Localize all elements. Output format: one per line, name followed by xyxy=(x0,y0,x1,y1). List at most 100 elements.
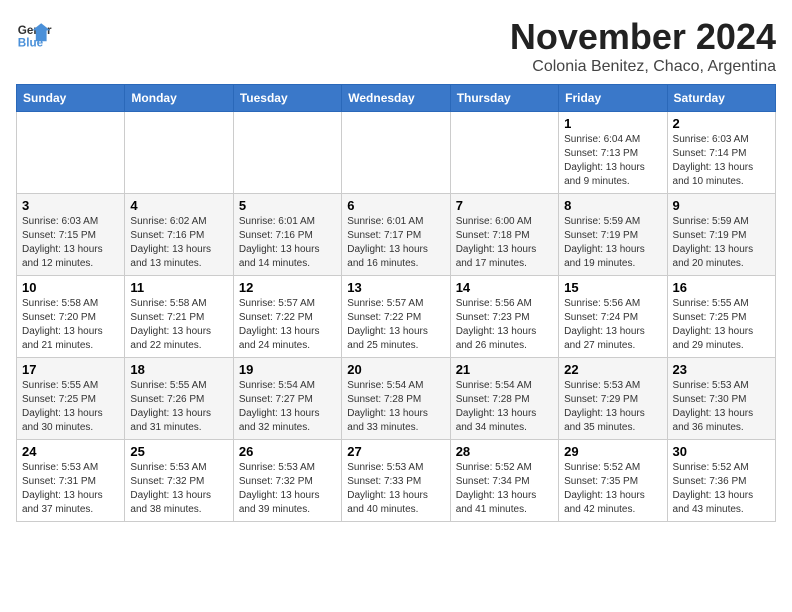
day-info: Sunrise: 6:01 AM Sunset: 7:17 PM Dayligh… xyxy=(347,215,444,271)
day-info: Sunrise: 6:03 AM Sunset: 7:14 PM Dayligh… xyxy=(673,133,770,189)
day-number: 8 xyxy=(564,198,661,213)
weekday-header: Monday xyxy=(125,85,233,112)
day-number: 3 xyxy=(22,198,119,213)
day-info: Sunrise: 5:56 AM Sunset: 7:23 PM Dayligh… xyxy=(456,297,553,353)
location-title: Colonia Benitez, Chaco, Argentina xyxy=(510,58,776,76)
calendar-cell xyxy=(17,112,125,194)
day-number: 14 xyxy=(456,280,553,295)
calendar-cell: 1 Sunrise: 6:04 AM Sunset: 7:13 PM Daylig… xyxy=(559,112,667,194)
calendar-cell: 29Sunrise: 5:52 AM Sunset: 7:35 PM Dayli… xyxy=(559,440,667,522)
day-number: 17 xyxy=(22,362,119,377)
day-info: Sunrise: 5:53 AM Sunset: 7:32 PM Dayligh… xyxy=(130,461,227,517)
calendar-table: SundayMondayTuesdayWednesdayThursdayFrid… xyxy=(16,84,776,522)
calendar-week-row: 10 Sunrise: 5:58 AM Sunset: 7:20 PM Dayli… xyxy=(17,276,776,358)
calendar-cell: 4Sunrise: 6:02 AM Sunset: 7:16 PM Daylig… xyxy=(125,194,233,276)
day-info: Sunrise: 5:55 AM Sunset: 7:26 PM Dayligh… xyxy=(130,379,227,435)
calendar-cell: 12 Sunrise: 5:57 AM Sunset: 7:22 PM Dayli… xyxy=(233,276,341,358)
day-info: Sunrise: 5:55 AM Sunset: 7:25 PM Dayligh… xyxy=(673,297,770,353)
day-info: Sunrise: 5:53 AM Sunset: 7:33 PM Dayligh… xyxy=(347,461,444,517)
day-info: Sunrise: 5:53 AM Sunset: 7:29 PM Dayligh… xyxy=(564,379,661,435)
calendar-cell: 26 Sunrise: 5:53 AM Sunset: 7:32 PM Dayli… xyxy=(233,440,341,522)
calendar-week-row: 3 Sunrise: 6:03 AM Sunset: 7:15 PM Daylig… xyxy=(17,194,776,276)
day-info: Sunrise: 5:58 AM Sunset: 7:21 PM Dayligh… xyxy=(130,297,227,353)
day-info: Sunrise: 5:56 AM Sunset: 7:24 PM Dayligh… xyxy=(564,297,661,353)
calendar-week-row: 17 Sunrise: 5:55 AM Sunset: 7:25 PM Dayli… xyxy=(17,358,776,440)
calendar-cell: 10 Sunrise: 5:58 AM Sunset: 7:20 PM Dayli… xyxy=(17,276,125,358)
day-number: 10 xyxy=(22,280,119,295)
calendar-cell: 30 Sunrise: 5:52 AM Sunset: 7:36 PM Dayli… xyxy=(667,440,775,522)
calendar-cell: 14 Sunrise: 5:56 AM Sunset: 7:23 PM Dayli… xyxy=(450,276,558,358)
day-number: 2 xyxy=(673,116,770,131)
calendar-cell xyxy=(233,112,341,194)
day-info: Sunrise: 5:52 AM Sunset: 7:34 PM Dayligh… xyxy=(456,461,553,517)
calendar-cell xyxy=(125,112,233,194)
day-number: 6 xyxy=(347,198,444,213)
calendar-cell: 27 Sunrise: 5:53 AM Sunset: 7:33 PM Dayli… xyxy=(342,440,450,522)
calendar-cell: 17 Sunrise: 5:55 AM Sunset: 7:25 PM Dayli… xyxy=(17,358,125,440)
calendar-week-row: 1 Sunrise: 6:04 AM Sunset: 7:13 PM Daylig… xyxy=(17,112,776,194)
calendar-cell: 13Sunrise: 5:57 AM Sunset: 7:22 PM Dayli… xyxy=(342,276,450,358)
calendar-cell: 25Sunrise: 5:53 AM Sunset: 7:32 PM Dayli… xyxy=(125,440,233,522)
day-number: 26 xyxy=(239,444,336,459)
calendar-cell: 24 Sunrise: 5:53 AM Sunset: 7:31 PM Dayli… xyxy=(17,440,125,522)
logo-icon: General Blue xyxy=(16,16,52,52)
weekday-header: Thursday xyxy=(450,85,558,112)
day-number: 15 xyxy=(564,280,661,295)
calendar-cell: 8 Sunrise: 5:59 AM Sunset: 7:19 PM Daylig… xyxy=(559,194,667,276)
day-number: 12 xyxy=(239,280,336,295)
weekday-header-row: SundayMondayTuesdayWednesdayThursdayFrid… xyxy=(17,85,776,112)
day-info: Sunrise: 5:59 AM Sunset: 7:19 PM Dayligh… xyxy=(564,215,661,271)
weekday-header: Sunday xyxy=(17,85,125,112)
day-number: 29 xyxy=(564,444,661,459)
calendar-cell: 19 Sunrise: 5:54 AM Sunset: 7:27 PM Dayli… xyxy=(233,358,341,440)
calendar-cell: 23 Sunrise: 5:53 AM Sunset: 7:30 PM Dayli… xyxy=(667,358,775,440)
day-number: 18 xyxy=(130,362,227,377)
calendar-cell: 2 Sunrise: 6:03 AM Sunset: 7:14 PM Daylig… xyxy=(667,112,775,194)
day-info: Sunrise: 5:52 AM Sunset: 7:36 PM Dayligh… xyxy=(673,461,770,517)
day-number: 13 xyxy=(347,280,444,295)
day-info: Sunrise: 5:53 AM Sunset: 7:30 PM Dayligh… xyxy=(673,379,770,435)
calendar-cell xyxy=(450,112,558,194)
day-info: Sunrise: 5:53 AM Sunset: 7:32 PM Dayligh… xyxy=(239,461,336,517)
day-info: Sunrise: 5:54 AM Sunset: 7:28 PM Dayligh… xyxy=(347,379,444,435)
day-info: Sunrise: 5:57 AM Sunset: 7:22 PM Dayligh… xyxy=(239,297,336,353)
calendar-cell: 22 Sunrise: 5:53 AM Sunset: 7:29 PM Dayli… xyxy=(559,358,667,440)
day-number: 5 xyxy=(239,198,336,213)
logo: General Blue xyxy=(16,16,52,52)
day-number: 24 xyxy=(22,444,119,459)
day-number: 21 xyxy=(456,362,553,377)
day-number: 11 xyxy=(130,280,227,295)
day-info: Sunrise: 5:53 AM Sunset: 7:31 PM Dayligh… xyxy=(22,461,119,517)
title-area: November 2024 Colonia Benitez, Chaco, Ar… xyxy=(510,16,776,76)
day-number: 1 xyxy=(564,116,661,131)
calendar-cell: 20 Sunrise: 5:54 AM Sunset: 7:28 PM Dayli… xyxy=(342,358,450,440)
day-number: 20 xyxy=(347,362,444,377)
day-number: 9 xyxy=(673,198,770,213)
calendar-cell: 6 Sunrise: 6:01 AM Sunset: 7:17 PM Daylig… xyxy=(342,194,450,276)
day-number: 27 xyxy=(347,444,444,459)
calendar-cell: 15 Sunrise: 5:56 AM Sunset: 7:24 PM Dayli… xyxy=(559,276,667,358)
day-number: 23 xyxy=(673,362,770,377)
day-info: Sunrise: 5:58 AM Sunset: 7:20 PM Dayligh… xyxy=(22,297,119,353)
day-number: 16 xyxy=(673,280,770,295)
day-info: Sunrise: 6:04 AM Sunset: 7:13 PM Dayligh… xyxy=(564,133,661,189)
day-info: Sunrise: 5:55 AM Sunset: 7:25 PM Dayligh… xyxy=(22,379,119,435)
day-number: 19 xyxy=(239,362,336,377)
month-title: November 2024 xyxy=(510,16,776,58)
day-number: 22 xyxy=(564,362,661,377)
day-number: 7 xyxy=(456,198,553,213)
calendar-cell: 21Sunrise: 5:54 AM Sunset: 7:28 PM Dayli… xyxy=(450,358,558,440)
day-number: 4 xyxy=(130,198,227,213)
weekday-header: Saturday xyxy=(667,85,775,112)
day-info: Sunrise: 6:00 AM Sunset: 7:18 PM Dayligh… xyxy=(456,215,553,271)
calendar-week-row: 24 Sunrise: 5:53 AM Sunset: 7:31 PM Dayli… xyxy=(17,440,776,522)
day-info: Sunrise: 5:54 AM Sunset: 7:27 PM Dayligh… xyxy=(239,379,336,435)
weekday-header: Tuesday xyxy=(233,85,341,112)
header: General Blue November 2024 Colonia Benit… xyxy=(16,16,776,76)
day-info: Sunrise: 6:03 AM Sunset: 7:15 PM Dayligh… xyxy=(22,215,119,271)
day-info: Sunrise: 6:01 AM Sunset: 7:16 PM Dayligh… xyxy=(239,215,336,271)
day-info: Sunrise: 5:59 AM Sunset: 7:19 PM Dayligh… xyxy=(673,215,770,271)
day-number: 30 xyxy=(673,444,770,459)
calendar-cell: 18 Sunrise: 5:55 AM Sunset: 7:26 PM Dayli… xyxy=(125,358,233,440)
calendar-cell: 28Sunrise: 5:52 AM Sunset: 7:34 PM Dayli… xyxy=(450,440,558,522)
